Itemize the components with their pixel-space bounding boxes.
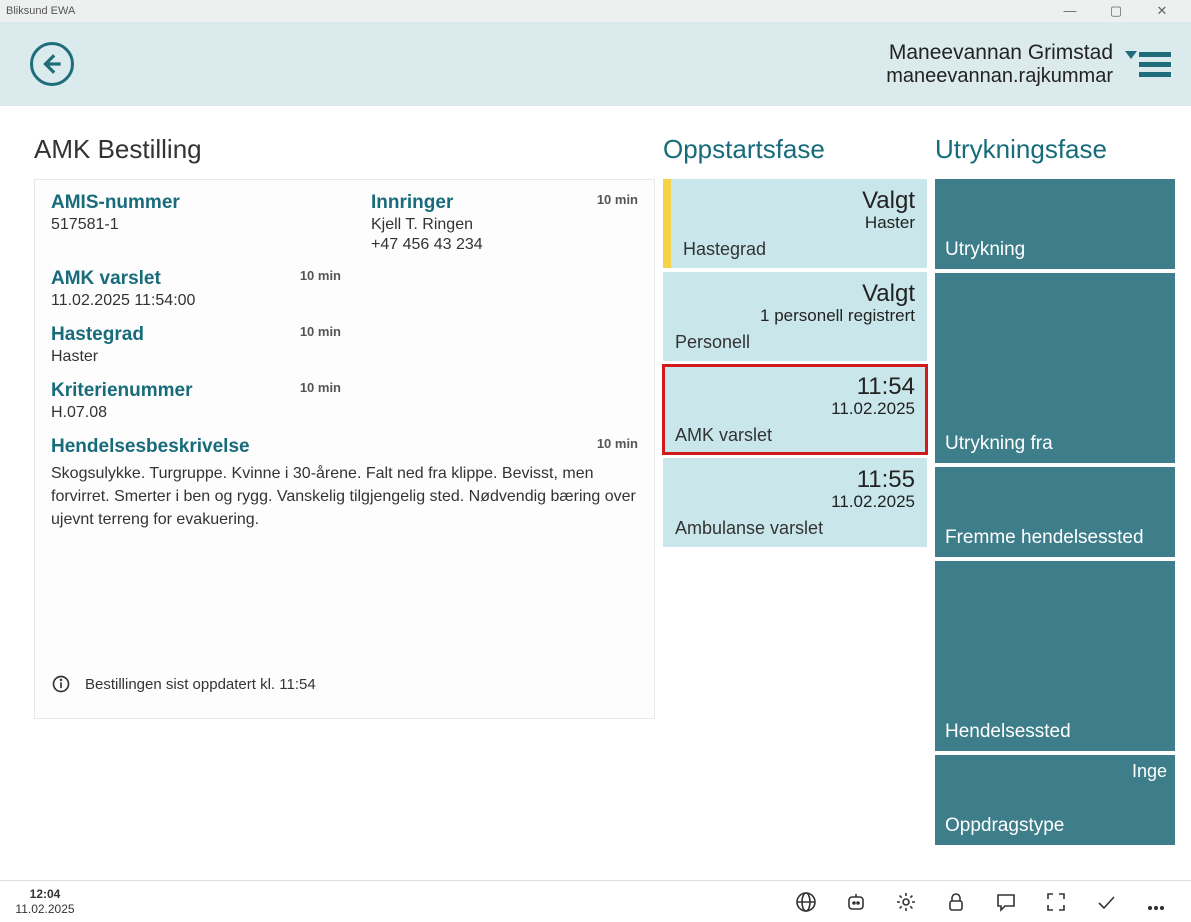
card-top: 11:55 bbox=[675, 466, 915, 494]
window-title: Bliksund EWA bbox=[6, 5, 75, 17]
tile-utrykning-fra[interactable]: Utrykning fra bbox=[935, 273, 1175, 463]
last-updated-text: Bestillingen sist oppdatert kl. 11:54 bbox=[85, 676, 316, 693]
section-title-amk: AMK Bestilling bbox=[34, 134, 655, 165]
bottom-toolbar: 12:04 11.02.2025 bbox=[0, 880, 1191, 922]
last-updated-line: Bestillingen sist oppdatert kl. 11:54 bbox=[51, 674, 316, 694]
card-sub: 11.02.2025 bbox=[675, 399, 915, 419]
window-minimize-button[interactable]: — bbox=[1047, 0, 1093, 22]
amk-bestilling-column: AMK Bestilling AMIS-nummer 517581-1 Innr… bbox=[0, 106, 655, 880]
tile-label: Fremme hendelsessted bbox=[945, 527, 1144, 549]
tile-hendelsessted[interactable]: Hendelsessted bbox=[935, 561, 1175, 751]
card-ambulanse-varslet[interactable]: 11:55 11.02.2025 Ambulanse varslet bbox=[663, 458, 927, 547]
card-foot: Ambulanse varslet bbox=[675, 518, 915, 539]
field-value: H.07.08 bbox=[51, 404, 371, 422]
clock-date: 11.02.2025 bbox=[10, 902, 80, 916]
card-personell[interactable]: Valgt 1 personell registrert Personell bbox=[663, 272, 927, 361]
time-badge: 10 min bbox=[300, 324, 341, 346]
field-label: AMK varslet bbox=[51, 268, 161, 290]
innringer-phone: +47 456 43 234 bbox=[371, 236, 638, 254]
field-hastegrad: Hastegrad 10 min Haster bbox=[51, 324, 371, 366]
hendelse-text: Skogsulykke. Turgruppe. Kvinne i 30-åren… bbox=[51, 462, 638, 532]
settings-button[interactable] bbox=[881, 890, 931, 914]
field-label: Kriterienummer bbox=[51, 380, 193, 402]
card-sub: 11.02.2025 bbox=[675, 492, 915, 512]
tile-label: Hendelsessted bbox=[945, 721, 1071, 743]
section-title-oppstart: Oppstartsfase bbox=[663, 134, 927, 165]
confirm-button[interactable] bbox=[1081, 890, 1131, 914]
arrow-left-icon bbox=[39, 51, 65, 77]
main-menu-button[interactable] bbox=[1125, 52, 1171, 77]
card-foot: AMK varslet bbox=[675, 425, 915, 446]
hamburger-icon bbox=[1139, 52, 1171, 77]
user-info: Maneevannan Grimstad maneevannan.rajkumm… bbox=[886, 41, 1113, 88]
field-innringer: Innringer 10 min Kjell T. Ringen +47 456… bbox=[371, 192, 638, 254]
field-label: Innringer bbox=[371, 192, 453, 214]
dropdown-triangle-icon bbox=[1125, 51, 1137, 59]
field-hendelse: Hendelsesbeskrivelse 10 min Skogsulykke.… bbox=[51, 436, 638, 532]
card-top: Valgt bbox=[683, 187, 915, 215]
field-value: Haster bbox=[51, 348, 371, 366]
card-foot: Hastegrad bbox=[683, 239, 915, 260]
window-titlebar: Bliksund EWA — ▢ ✕ bbox=[0, 0, 1191, 22]
time-badge: 10 min bbox=[597, 192, 638, 214]
field-label: Hendelsesbeskrivelse bbox=[51, 436, 250, 458]
tile-utrykning[interactable]: Utrykning bbox=[935, 179, 1175, 269]
globe-button[interactable] bbox=[781, 890, 831, 914]
clock-time: 12:04 bbox=[10, 887, 80, 901]
amk-panel: AMIS-nummer 517581-1 Innringer 10 min Kj… bbox=[34, 179, 655, 719]
card-top: Valgt bbox=[675, 280, 915, 308]
time-badge: 10 min bbox=[300, 380, 341, 402]
field-kriterienummer: Kriterienummer 10 min H.07.08 bbox=[51, 380, 371, 422]
field-value: 517581-1 bbox=[51, 216, 371, 234]
fullscreen-button[interactable] bbox=[1031, 890, 1081, 914]
innringer-name: Kjell T. Ringen bbox=[371, 216, 638, 234]
card-hastegrad[interactable]: Valgt Haster Hastegrad bbox=[663, 179, 927, 268]
utrykningsfase-column: Utrykningsfase Utrykning Utrykning fra F… bbox=[935, 106, 1175, 880]
back-button[interactable] bbox=[30, 42, 74, 86]
tile-corner-text: Inge bbox=[1132, 761, 1167, 782]
main-content: AMK Bestilling AMIS-nummer 517581-1 Innr… bbox=[0, 106, 1191, 880]
gear-icon bbox=[894, 890, 918, 914]
window-maximize-button[interactable]: ▢ bbox=[1093, 0, 1139, 22]
tile-fremme-hendelsessted[interactable]: Fremme hendelsessted bbox=[935, 467, 1175, 557]
card-top: 11:54 bbox=[675, 373, 915, 401]
bot-icon bbox=[844, 890, 868, 914]
time-badge: 10 min bbox=[300, 268, 341, 290]
card-sub: Haster bbox=[683, 213, 915, 233]
section-title-utrykning: Utrykningsfase bbox=[935, 134, 1175, 165]
card-foot: Personell bbox=[675, 332, 915, 353]
tile-label: Oppdragstype bbox=[945, 815, 1064, 837]
chat-button[interactable] bbox=[981, 890, 1031, 914]
field-label: AMIS-nummer bbox=[51, 192, 371, 214]
fullscreen-icon bbox=[1044, 890, 1068, 914]
field-label: Hastegrad bbox=[51, 324, 144, 346]
field-amis: AMIS-nummer 517581-1 bbox=[51, 192, 371, 254]
app-header: Maneevannan Grimstad maneevannan.rajkumm… bbox=[0, 22, 1191, 106]
user-login-name: maneevannan.rajkummar bbox=[886, 65, 1113, 88]
tile-oppdragstype[interactable]: Inge Oppdragstype bbox=[935, 755, 1175, 845]
clock-block: 12:04 11.02.2025 bbox=[10, 887, 80, 916]
user-display-name: Maneevannan Grimstad bbox=[886, 41, 1113, 65]
field-amk-varslet: AMK varslet 10 min 11.02.2025 11:54:00 bbox=[51, 268, 371, 310]
lock-button[interactable] bbox=[931, 890, 981, 914]
info-icon bbox=[51, 674, 71, 694]
lock-icon bbox=[944, 890, 968, 914]
dots-icon bbox=[1144, 890, 1168, 914]
tile-label: Utrykning bbox=[945, 239, 1025, 261]
card-amk-varslet[interactable]: 11:54 11.02.2025 AMK varslet bbox=[663, 365, 927, 454]
globe-icon bbox=[794, 890, 818, 914]
time-badge: 10 min bbox=[597, 436, 638, 458]
window-close-button[interactable]: ✕ bbox=[1139, 0, 1185, 22]
check-icon bbox=[1094, 890, 1118, 914]
card-sub: 1 personell registrert bbox=[675, 306, 915, 326]
oppstartsfase-column: Oppstartsfase Valgt Haster Hastegrad Val… bbox=[655, 106, 935, 880]
bot-button[interactable] bbox=[831, 890, 881, 914]
chat-icon bbox=[994, 890, 1018, 914]
field-value: 11.02.2025 11:54:00 bbox=[51, 292, 371, 310]
more-button[interactable] bbox=[1131, 890, 1181, 914]
tile-label: Utrykning fra bbox=[945, 433, 1053, 455]
